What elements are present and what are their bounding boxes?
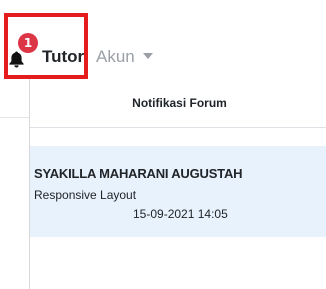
notification-sender-name: SYAKILLA MAHARANI AUGUSTAH: [34, 166, 243, 181]
notification-dropdown: Notifikasi Forum SYAKILLA MAHARANI AUGUS…: [29, 79, 326, 289]
account-label: Akun: [96, 47, 135, 66]
notification-bell-button[interactable]: 1: [8, 33, 38, 69]
left-divider: [0, 117, 30, 118]
dropdown-header: Notifikasi Forum: [30, 79, 326, 128]
account-dropdown-toggle[interactable]: Akun: [96, 47, 153, 67]
navbar: 1 Tutor Akun: [0, 0, 326, 86]
notification-count-badge: 1: [18, 33, 38, 53]
tutor-menu-label[interactable]: Tutor: [42, 47, 84, 67]
notification-topic: Responsive Layout: [34, 188, 137, 202]
caret-down-icon: [142, 53, 153, 59]
bell-icon: [9, 51, 24, 68]
notification-timestamp: 15-09-2021 14:05: [133, 207, 228, 221]
notification-item[interactable]: SYAKILLA MAHARANI AUGUSTAH Responsive La…: [30, 146, 326, 237]
